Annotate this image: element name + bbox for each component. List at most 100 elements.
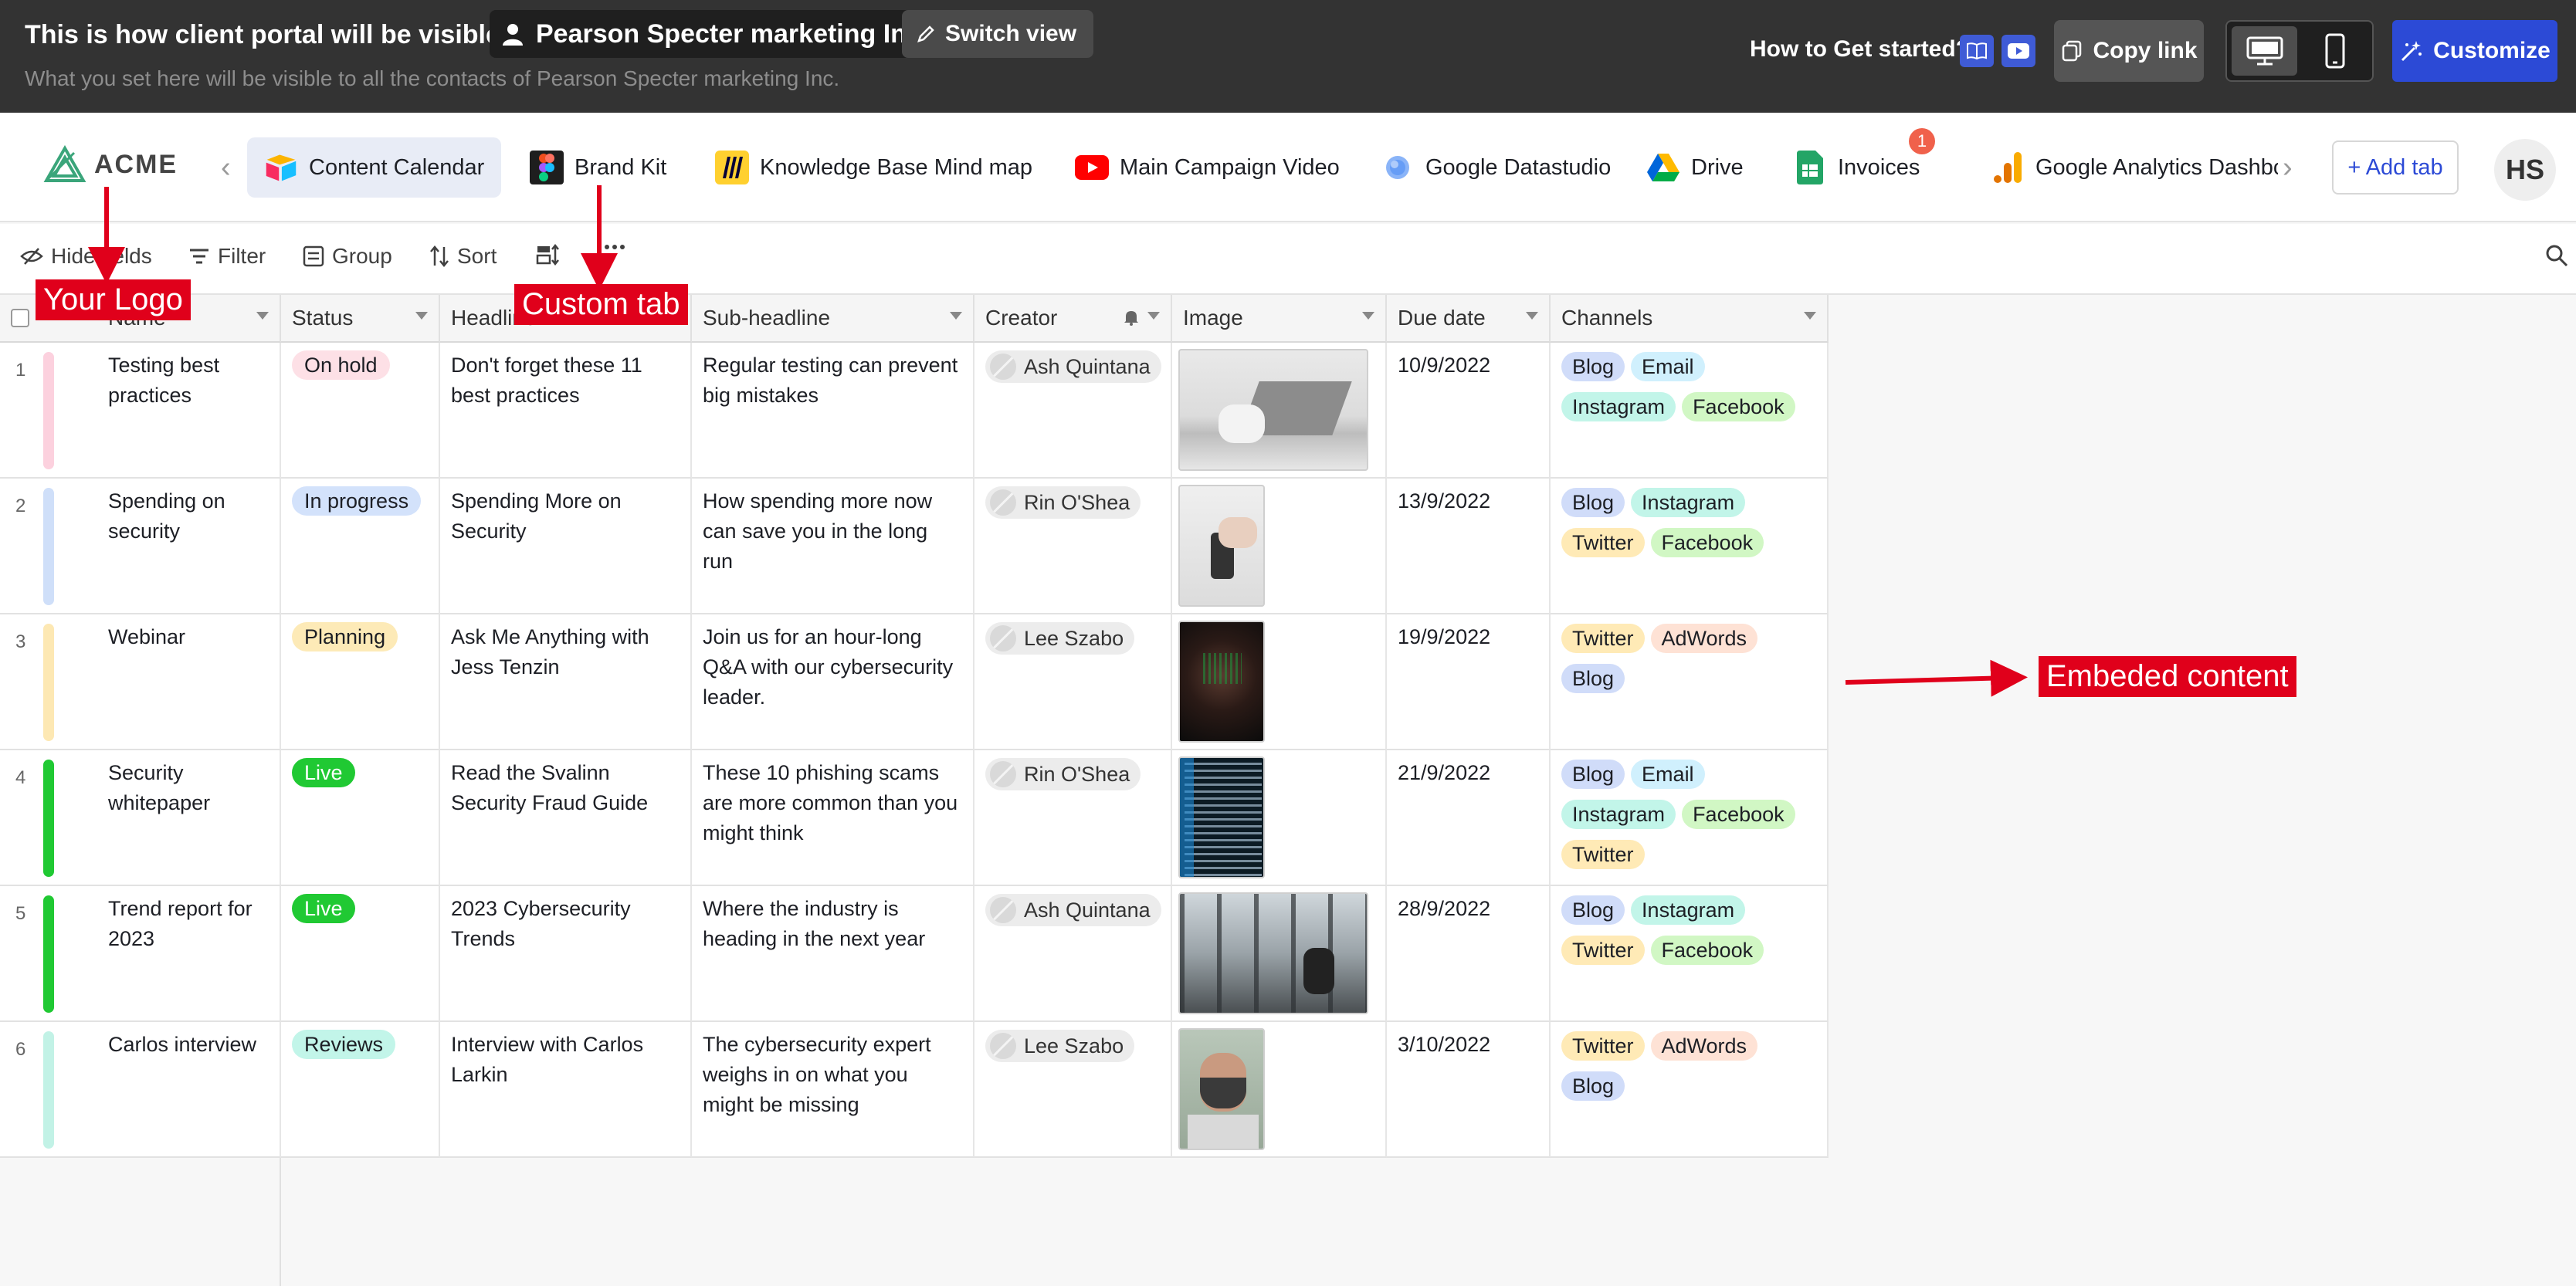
- status-cell[interactable]: Live: [281, 750, 440, 886]
- tabs-scroll-right-arrow[interactable]: ›: [2283, 151, 2293, 184]
- tab-google-analytics-dashboard[interactable]: Google Analytics Dashbo: [1974, 137, 2278, 198]
- attachment-thumbnail[interactable]: [1178, 1028, 1265, 1150]
- image-cell[interactable]: [1172, 1022, 1387, 1158]
- image-cell[interactable]: [1172, 614, 1387, 750]
- headline-cell[interactable]: Interview with Carlos Larkin: [440, 1022, 692, 1158]
- status-cell[interactable]: Planning: [281, 614, 440, 750]
- status-cell[interactable]: Live: [281, 886, 440, 1022]
- your-logo-annotation: Your Logo: [36, 279, 191, 320]
- tab-knowledge-base-mind-map[interactable]: Knowledge Base Mind map: [698, 137, 1049, 198]
- channels-cell[interactable]: Blog Instagram Twitter Facebook: [1551, 479, 1829, 614]
- search-button[interactable]: [2545, 244, 2568, 267]
- tab-drive[interactable]: Drive: [1629, 137, 1761, 198]
- tab-content-calendar[interactable]: Content Calendar: [247, 137, 502, 198]
- channels-cell[interactable]: Blog Instagram Twitter Facebook: [1551, 886, 1829, 1022]
- column-menu-caret[interactable]: [415, 312, 428, 320]
- table-row[interactable]: 3 Webinar: [0, 614, 281, 750]
- tab-main-campaign-video[interactable]: Main Campaign Video: [1058, 137, 1357, 198]
- table-row[interactable]: 2 Spending on security: [0, 479, 281, 614]
- subheadline-cell[interactable]: These 10 phishing scams are more common …: [692, 750, 974, 886]
- image-cell[interactable]: [1172, 479, 1387, 614]
- due-date: 3/10/2022: [1398, 1033, 1491, 1056]
- due-date-cell[interactable]: 28/9/2022: [1387, 886, 1551, 1022]
- image-cell[interactable]: [1172, 750, 1387, 886]
- creator-cell[interactable]: Ash Quintana: [974, 343, 1172, 479]
- column-header-image[interactable]: Image: [1172, 295, 1387, 343]
- sort-icon: [430, 245, 449, 267]
- creator-cell[interactable]: Ash Quintana: [974, 886, 1172, 1022]
- attachment-thumbnail[interactable]: [1178, 756, 1265, 878]
- headline-cell[interactable]: Spending More on Security: [440, 479, 692, 614]
- due-date-cell[interactable]: 3/10/2022: [1387, 1022, 1551, 1158]
- column-header-creator[interactable]: Creator: [974, 295, 1172, 343]
- attachment-thumbnail[interactable]: [1178, 892, 1368, 1014]
- attachment-thumbnail[interactable]: [1178, 485, 1265, 607]
- column-menu-caret[interactable]: [1804, 312, 1816, 320]
- filter-button[interactable]: Filter: [188, 244, 266, 269]
- status-cell[interactable]: Reviews: [281, 1022, 440, 1158]
- mobile-view-option[interactable]: [2302, 26, 2368, 76]
- row-height-button[interactable]: [536, 244, 559, 266]
- copy-link-button[interactable]: Copy link: [2054, 20, 2204, 82]
- headline-cell[interactable]: Read the Svalinn Security Fraud Guide: [440, 750, 692, 886]
- row-number: 5: [15, 903, 26, 924]
- due-date-cell[interactable]: 21/9/2022: [1387, 750, 1551, 886]
- attachment-thumbnail[interactable]: [1178, 621, 1265, 743]
- due-date-cell[interactable]: 13/9/2022: [1387, 479, 1551, 614]
- column-header-sub-headline[interactable]: Sub-headline: [692, 295, 974, 343]
- subheadline-cell[interactable]: Where the industry is heading in the nex…: [692, 886, 974, 1022]
- channels-cell[interactable]: Twitter AdWords Blog: [1551, 614, 1829, 750]
- tab-brand-kit[interactable]: Brand Kit: [513, 137, 683, 198]
- headline-cell[interactable]: 2023 Cybersecurity Trends: [440, 886, 692, 1022]
- guide-book-button[interactable]: [1960, 35, 1994, 67]
- more-options-button[interactable]: [604, 244, 625, 250]
- column-menu-caret[interactable]: [1526, 312, 1538, 320]
- table-row[interactable]: 4 Security whitepaper: [0, 750, 281, 886]
- column-header-label: Due date: [1398, 306, 1486, 330]
- column-header-due-date[interactable]: Due date: [1387, 295, 1551, 343]
- tabs-scroll-left-arrow[interactable]: ‹: [221, 151, 231, 184]
- sort-button[interactable]: Sort: [429, 244, 497, 269]
- headline-cell[interactable]: Don't forget these 11 best practices: [440, 343, 692, 479]
- subheadline-cell[interactable]: Regular testing can prevent big mistakes: [692, 343, 974, 479]
- creator-cell[interactable]: Lee Szabo: [974, 1022, 1172, 1158]
- video-guide-button[interactable]: [2001, 35, 2035, 67]
- desktop-view-option[interactable]: [2232, 26, 2297, 76]
- hide-fields-button[interactable]: Hide fields: [20, 244, 152, 269]
- channels-cell[interactable]: Blog Email Instagram Facebook: [1551, 343, 1829, 479]
- column-header-status[interactable]: Status: [281, 295, 440, 343]
- table-row[interactable]: 6 Carlos interview: [0, 1022, 281, 1158]
- channels-cell[interactable]: Blog Email Instagram Facebook Twitter: [1551, 750, 1829, 886]
- tab-google-datastudio[interactable]: Google Datastudio: [1364, 137, 1628, 198]
- attachment-thumbnail[interactable]: [1178, 349, 1368, 471]
- status-cell[interactable]: In progress: [281, 479, 440, 614]
- due-date-cell[interactable]: 10/9/2022: [1387, 343, 1551, 479]
- channel-tag: Facebook: [1650, 936, 1764, 965]
- table-row[interactable]: 5 Trend report for 2023: [0, 886, 281, 1022]
- user-avatar[interactable]: HS: [2494, 139, 2556, 201]
- subheadline-cell[interactable]: The cybersecurity expert weighs in on wh…: [692, 1022, 974, 1158]
- group-button[interactable]: Group: [303, 244, 392, 269]
- creator-cell[interactable]: Rin O'Shea: [974, 479, 1172, 614]
- image-cell[interactable]: [1172, 343, 1387, 479]
- creator-cell[interactable]: Lee Szabo: [974, 614, 1172, 750]
- column-menu-caret[interactable]: [950, 312, 962, 320]
- switch-view-button[interactable]: Switch view: [902, 10, 1094, 58]
- table-row[interactable]: 1 Testing best practices: [0, 343, 281, 479]
- image-cell[interactable]: [1172, 886, 1387, 1022]
- select-all-checkbox[interactable]: [11, 309, 29, 327]
- creator-cell[interactable]: Rin O'Shea: [974, 750, 1172, 886]
- customize-button[interactable]: Customize: [2392, 20, 2557, 82]
- subheadline-cell[interactable]: How spending more now can save you in th…: [692, 479, 974, 614]
- subheadline-cell[interactable]: Join us for an hour-long Q&A with our cy…: [692, 614, 974, 750]
- add-tab-button[interactable]: + Add tab: [2332, 140, 2459, 195]
- column-menu-caret[interactable]: [1147, 312, 1160, 320]
- column-menu-caret[interactable]: [1362, 312, 1374, 320]
- column-menu-caret[interactable]: [256, 312, 269, 320]
- headline-cell[interactable]: Ask Me Anything with Jess Tenzin: [440, 614, 692, 750]
- column-header-channels[interactable]: Channels: [1551, 295, 1829, 343]
- status-cell[interactable]: On hold: [281, 343, 440, 479]
- client-selector[interactable]: Pearson Specter marketing Inc: [490, 10, 934, 58]
- due-date-cell[interactable]: 19/9/2022: [1387, 614, 1551, 750]
- channels-cell[interactable]: Twitter AdWords Blog: [1551, 1022, 1829, 1158]
